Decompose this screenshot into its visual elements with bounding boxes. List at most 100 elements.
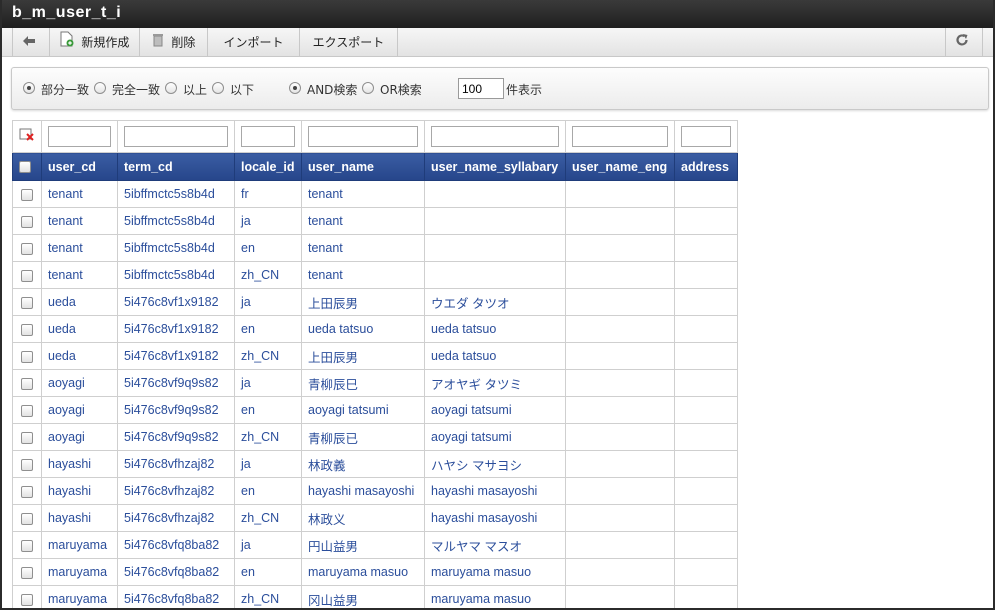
cell-address[interactable] (674, 504, 738, 532)
row-checkbox[interactable] (21, 458, 33, 471)
cell-term-cd[interactable]: 5ibffmctc5s8b4d (117, 180, 235, 208)
cell-term-cd[interactable]: 5i476c8vf9q9s82 (117, 369, 235, 397)
cell-locale-id[interactable]: ja (234, 207, 302, 235)
match-partial-radio[interactable] (23, 82, 35, 94)
table-row[interactable]: aoyagi 5i476c8vf9q9s82 ja 青柳辰巳 アオヤギ タツミ (12, 369, 738, 397)
cell-user-cd[interactable]: hayashi (41, 450, 118, 478)
row-checkbox[interactable] (21, 269, 33, 282)
cell-user-name[interactable]: ueda tatsuo (301, 315, 425, 343)
cell-user-cd[interactable]: ueda (41, 315, 118, 343)
match-lte-radio[interactable] (212, 82, 224, 94)
column-header-user-name-eng[interactable]: user_name_eng (565, 152, 675, 181)
cell-locale-id[interactable]: en (234, 558, 302, 586)
column-header-address[interactable]: address (674, 152, 738, 181)
cell-user-cd[interactable]: tenant (41, 261, 118, 289)
cell-user-name[interactable]: 林政義 (301, 450, 425, 478)
cell-user-name-syllabary[interactable]: マルヤマ マスオ (424, 531, 566, 559)
row-checkbox[interactable] (21, 350, 33, 363)
cell-term-cd[interactable]: 5i476c8vfq8ba82 (117, 531, 235, 559)
cell-user-name-eng[interactable] (565, 504, 675, 532)
delete-button[interactable]: 削除 (140, 28, 208, 56)
cell-address[interactable] (674, 531, 738, 559)
row-checkbox[interactable] (21, 566, 33, 579)
cell-user-name-eng[interactable] (565, 180, 675, 208)
row-checkbox[interactable] (21, 215, 33, 228)
cell-user-name[interactable]: hayashi masayoshi (301, 477, 425, 505)
cell-locale-id[interactable]: zh_CN (234, 585, 302, 608)
filter-input-user-name-syllabary[interactable] (431, 126, 559, 147)
table-row[interactable]: tenant 5ibffmctc5s8b4d zh_CN tenant (12, 261, 738, 289)
cell-user-name-syllabary[interactable]: aoyagi tatsumi (424, 423, 566, 451)
filter-input-address[interactable] (681, 126, 731, 147)
cell-address[interactable] (674, 558, 738, 586)
cell-user-name[interactable]: tenant (301, 207, 425, 235)
import-button[interactable]: インポート (208, 28, 300, 56)
column-header-user-cd[interactable]: user_cd (41, 152, 118, 181)
column-header-user-name[interactable]: user_name (301, 152, 425, 181)
table-row[interactable]: maruyama 5i476c8vfq8ba82 zh_CN 冈山益男 maruyama… (12, 585, 738, 608)
cell-user-cd[interactable]: aoyagi (41, 369, 118, 397)
row-checkbox[interactable] (21, 539, 33, 552)
cell-user-name-eng[interactable] (565, 396, 675, 424)
cell-address[interactable] (674, 369, 738, 397)
row-checkbox[interactable] (21, 323, 33, 336)
cell-address[interactable] (674, 180, 738, 208)
cell-locale-id[interactable]: zh_CN (234, 423, 302, 451)
new-button[interactable]: 新規作成 (50, 28, 140, 56)
filter-input-locale-id[interactable] (241, 126, 295, 147)
cell-user-name-eng[interactable] (565, 477, 675, 505)
table-row[interactable]: maruyama 5i476c8vfq8ba82 ja 円山益男 マルヤマ マスオ (12, 531, 738, 559)
row-checkbox[interactable] (21, 404, 33, 417)
filter-input-user-name-eng[interactable] (572, 126, 668, 147)
column-header-locale-id[interactable]: locale_id (234, 152, 302, 181)
cell-user-name[interactable]: aoyagi tatsumi (301, 396, 425, 424)
display-count-input[interactable] (458, 78, 504, 99)
cell-address[interactable] (674, 477, 738, 505)
cell-user-name[interactable]: 林政义 (301, 504, 425, 532)
table-row[interactable]: aoyagi 5i476c8vf9q9s82 en aoyagi tatsumi aoy… (12, 396, 738, 424)
cell-user-cd[interactable]: hayashi (41, 504, 118, 532)
cell-address[interactable] (674, 234, 738, 262)
logic-or-radio[interactable] (362, 82, 374, 94)
match-exact-radio[interactable] (94, 82, 106, 94)
cell-user-name[interactable]: maruyama masuo (301, 558, 425, 586)
cell-locale-id[interactable]: fr (234, 180, 302, 208)
cell-user-name-eng[interactable] (565, 234, 675, 262)
cell-user-name-syllabary[interactable] (424, 180, 566, 208)
cell-address[interactable] (674, 261, 738, 289)
cell-user-name-syllabary[interactable]: maruyama masuo (424, 558, 566, 586)
cell-user-name-syllabary[interactable] (424, 207, 566, 235)
cell-locale-id[interactable]: en (234, 396, 302, 424)
cell-locale-id[interactable]: ja (234, 531, 302, 559)
row-checkbox[interactable] (21, 485, 33, 498)
row-checkbox[interactable] (21, 242, 33, 255)
cell-term-cd[interactable]: 5ibffmctc5s8b4d (117, 234, 235, 262)
cell-user-name-eng[interactable] (565, 342, 675, 370)
cell-user-name-syllabary[interactable]: maruyama masuo (424, 585, 566, 608)
cell-term-cd[interactable]: 5ibffmctc5s8b4d (117, 261, 235, 289)
cell-user-name-eng[interactable] (565, 207, 675, 235)
cell-term-cd[interactable]: 5i476c8vfhzaj82 (117, 504, 235, 532)
row-checkbox[interactable] (21, 377, 33, 390)
cell-locale-id[interactable]: zh_CN (234, 342, 302, 370)
table-row[interactable]: tenant 5ibffmctc5s8b4d fr tenant (12, 180, 738, 208)
cell-term-cd[interactable]: 5i476c8vfq8ba82 (117, 585, 235, 608)
cell-user-name[interactable]: tenant (301, 261, 425, 289)
cell-user-name[interactable]: 青柳辰已 (301, 423, 425, 451)
refresh-button[interactable] (945, 28, 983, 56)
cell-locale-id[interactable]: zh_CN (234, 261, 302, 289)
cell-term-cd[interactable]: 5i476c8vfhzaj82 (117, 477, 235, 505)
cell-user-cd[interactable]: tenant (41, 207, 118, 235)
cell-user-cd[interactable]: aoyagi (41, 423, 118, 451)
cell-user-name-syllabary[interactable]: ハヤシ マサヨシ (424, 450, 566, 478)
table-row[interactable]: tenant 5ibffmctc5s8b4d en tenant (12, 234, 738, 262)
cell-user-name-eng[interactable] (565, 261, 675, 289)
cell-locale-id[interactable]: ja (234, 450, 302, 478)
table-row[interactable]: ueda 5i476c8vf1x9182 ja 上田辰男 ウエダ タツオ (12, 288, 738, 316)
back-button[interactable] (12, 28, 50, 56)
table-row[interactable]: ueda 5i476c8vf1x9182 en ueda tatsuo ueda tat… (12, 315, 738, 343)
cell-user-name[interactable]: 上田辰男 (301, 342, 425, 370)
cell-user-name-eng[interactable] (565, 450, 675, 478)
cell-user-name-eng[interactable] (565, 585, 675, 608)
cell-user-name-eng[interactable] (565, 531, 675, 559)
